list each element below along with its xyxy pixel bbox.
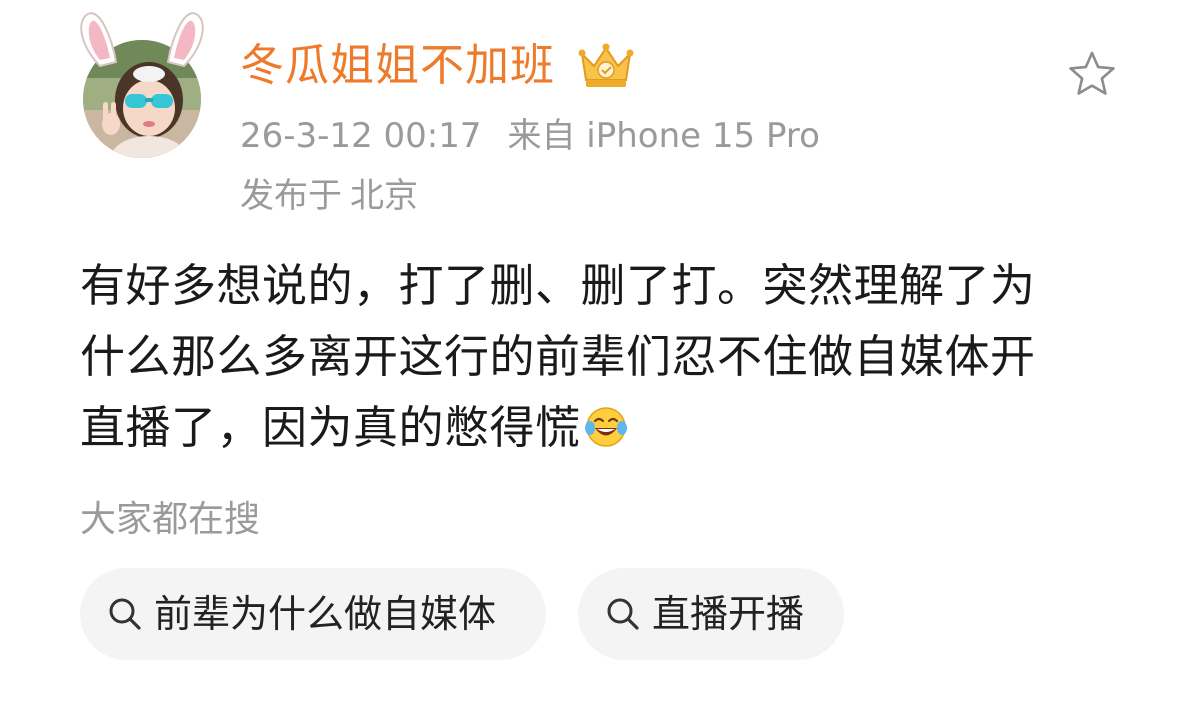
search-chip-label: 直播开播 <box>652 592 805 636</box>
post-timestamp: 26-3-12 00:17 <box>240 116 482 156</box>
post-content-line: 有好多想说的，打了删、删了打。突然理解了为 <box>80 259 1036 312</box>
post-source: 来自 iPhone 15 Pro <box>507 116 820 156</box>
search-chip-label: 前辈为什么做自媒体 <box>154 592 497 636</box>
trending-search-title: 大家都在搜 <box>80 499 261 540</box>
star-outline-icon[interactable] <box>1066 48 1118 100</box>
bunny-ears-icon <box>80 12 204 68</box>
author-name[interactable]: 冬瓜姐姐不加班 <box>240 38 555 94</box>
search-icon <box>607 598 639 630</box>
laugh-cry-emoji-icon <box>584 407 627 447</box>
weibo-post-card: 冬瓜姐姐不加班 26-3-12 00:17 来自 iPhone 15 Pro 发布… <box>0 0 1200 715</box>
search-icon <box>109 598 141 630</box>
post-meta: 26-3-12 00:17 来自 iPhone 15 Pro <box>240 112 820 160</box>
post-content: 有好多想说的，打了删、删了打。突然理解了为 什么那么多离开这行的前辈们忍不住做自… <box>80 250 1140 463</box>
post-location: 发布于 北京 <box>240 172 418 220</box>
location-city: 北京 <box>350 176 418 216</box>
location-prefix: 发布于 <box>240 176 342 216</box>
search-chip-2[interactable]: 直播开播 <box>578 568 844 660</box>
post-content-text: 直播了，因为真的憋得慌 <box>80 401 581 454</box>
author-avatar[interactable] <box>70 8 215 158</box>
crown-badge-icon[interactable] <box>576 40 636 92</box>
post-content-line: 直播了，因为真的憋得慌 <box>80 392 1140 463</box>
post-content-line: 什么那么多离开这行的前辈们忍不住做自媒体开 <box>80 330 1036 383</box>
search-chip-1[interactable]: 前辈为什么做自媒体 <box>80 568 546 660</box>
